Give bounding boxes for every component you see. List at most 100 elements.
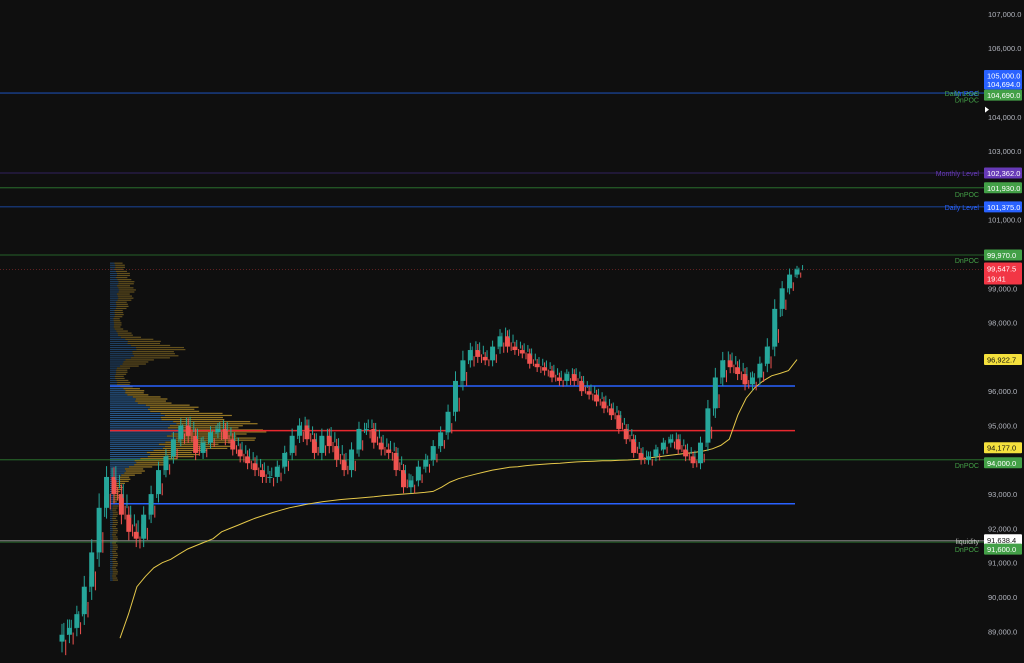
profile-row-sell — [117, 332, 132, 334]
profile-row-buy — [110, 554, 113, 557]
profile-row-buy — [110, 416, 161, 419]
profile-row-sell — [118, 287, 134, 289]
candle-body — [252, 463, 258, 471]
candle-body — [386, 449, 392, 453]
profile-row-buy — [110, 431, 181, 433]
profile-row-buy — [110, 268, 115, 270]
profile-row-sell — [125, 338, 154, 340]
profile-row-buy — [110, 324, 115, 326]
profile-row-sell — [112, 556, 118, 559]
profile-row-buy — [110, 466, 129, 468]
profile-row-buy — [110, 295, 118, 297]
profile-row-buy — [110, 381, 118, 384]
candle-body — [245, 456, 251, 464]
profile-row-sell — [132, 351, 174, 353]
candle-body — [542, 367, 548, 371]
price-tag-2: 96,922.7 — [987, 356, 1016, 365]
profile-row-sell — [112, 546, 118, 548]
profile-row-sell — [112, 567, 117, 569]
profile-row-sell — [115, 307, 127, 310]
profile-row-sell — [121, 474, 135, 476]
profile-row-buy — [110, 453, 151, 456]
last-price-tag: 99,547.5 — [987, 265, 1016, 274]
price-chart[interactable]: MnPOCDaily LevelDnPOCMonthly LevelDnPOCD… — [0, 0, 1024, 658]
profile-row-buy — [110, 388, 124, 390]
profile-row-buy — [110, 404, 146, 406]
profile-row-buy — [110, 402, 138, 404]
profile-row-sell — [112, 565, 118, 567]
profile-row-sell — [112, 573, 118, 575]
candle-body — [378, 442, 384, 450]
profile-row-sell — [112, 534, 117, 536]
profile-row-buy — [110, 515, 113, 517]
profile-row-sell — [116, 303, 128, 305]
profile-row-buy — [110, 301, 116, 303]
profile-row-sell — [118, 476, 130, 478]
profile-row-sell — [118, 281, 135, 283]
profile-row-sell — [116, 293, 130, 295]
profile-row-sell — [147, 456, 194, 458]
countdown-tag: 19:41 — [987, 275, 1006, 284]
profile-row-buy — [110, 425, 170, 427]
profile-row-buy — [110, 406, 150, 408]
profile-row-buy — [110, 414, 165, 417]
profile-row-sell — [173, 421, 251, 423]
profile-row-sell — [175, 437, 256, 439]
profile-row-buy — [110, 575, 113, 577]
profile-row-buy — [110, 577, 113, 579]
profile-row-buy — [110, 460, 135, 462]
profile-row-sell — [113, 320, 121, 322]
profile-row-sell — [115, 377, 125, 380]
profile-row-sell — [147, 408, 195, 410]
profile-row-sell — [127, 340, 161, 342]
profile-row-buy — [110, 346, 136, 349]
profile-row-buy — [110, 567, 113, 569]
profile-row-sell — [119, 478, 131, 480]
profile-row-sell — [112, 505, 119, 507]
profile-row-sell — [112, 507, 118, 509]
y-tick-label: 96,000.0 — [988, 387, 1017, 396]
profile-row-buy — [110, 283, 119, 285]
y-tick-label: 90,000.0 — [988, 593, 1017, 602]
profile-row-buy — [110, 532, 113, 534]
profile-row-buy — [110, 281, 119, 283]
profile-row-sell — [115, 301, 127, 303]
profile-row-sell — [112, 530, 119, 532]
profile-row-sell — [114, 324, 122, 326]
profile-row-buy — [110, 363, 123, 365]
profile-row-sell — [118, 297, 134, 299]
price-tag-3: 94,177.0 — [987, 444, 1016, 453]
profile-row-sell — [114, 314, 124, 316]
profile-row-sell — [112, 521, 119, 524]
profile-row-sell — [112, 560, 118, 563]
profile-row-sell — [153, 449, 207, 452]
profile-row-sell — [112, 571, 118, 573]
profile-row-sell — [124, 472, 142, 474]
profile-row-sell — [112, 509, 117, 511]
profile-row-buy — [110, 365, 121, 367]
profile-row-sell — [146, 451, 192, 454]
profile-row-sell — [117, 367, 131, 369]
profile-row-buy — [110, 266, 116, 268]
profile-row-buy — [110, 398, 136, 400]
profile-row-sell — [116, 276, 128, 279]
profile-row-sell — [116, 369, 128, 371]
profile-row-sell — [116, 272, 130, 275]
candle-body — [586, 391, 592, 395]
candle-body — [519, 350, 525, 354]
profile-row-buy — [110, 287, 119, 289]
profile-row-sell — [112, 569, 118, 571]
profile-row-buy — [110, 262, 115, 264]
chart-root: MnPOC Daily Level DnPOC Monthly Level DnPOC D… — [0, 0, 1024, 658]
level-label: liquidity — [956, 539, 980, 546]
profile-row-buy — [110, 546, 113, 548]
profile-row-sell — [112, 575, 117, 577]
profile-row-buy — [110, 351, 133, 353]
profile-row-sell — [112, 515, 118, 517]
profile-row-sell — [112, 525, 117, 528]
profile-row-sell — [135, 400, 166, 402]
level-tag-7: 94,000.0 — [987, 459, 1016, 468]
profile-row-buy — [110, 433, 172, 435]
profile-row-buy — [110, 560, 113, 563]
profile-row-buy — [110, 556, 113, 559]
